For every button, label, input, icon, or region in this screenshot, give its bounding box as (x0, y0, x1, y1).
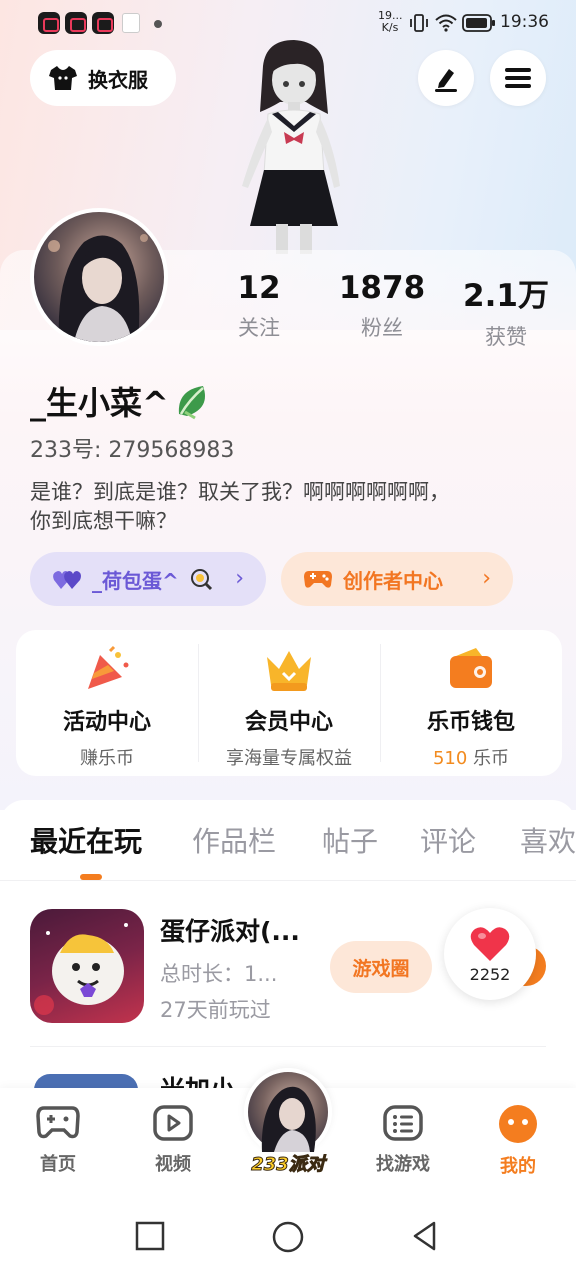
video-play-icon (153, 1105, 193, 1141)
coin-balance: 510 (432, 748, 468, 769)
activity-center-card[interactable]: 活动中心 赚乐币 (16, 630, 198, 776)
feature-cards: 活动中心 赚乐币 会员中心 享海量专属权益 乐币钱包 510 乐币 (16, 630, 562, 776)
back-triangle-icon[interactable] (410, 1220, 440, 1252)
clock: 19:36 (500, 12, 549, 32)
me-face-icon (499, 1105, 537, 1143)
game-icon[interactable] (30, 909, 144, 1023)
tab-comments[interactable]: 评论 (420, 820, 476, 860)
notification-app-icon (38, 12, 60, 34)
nav-party-label[interactable]: 233派对 (232, 1150, 344, 1176)
list-icon (383, 1105, 423, 1141)
user-id[interactable]: 233号: 279568983 (30, 432, 234, 464)
change-outfit-button[interactable]: 换衣服 (30, 50, 176, 106)
leaf-vegetable-icon (178, 386, 205, 420)
coin-wallet-subtitle: 510 乐币 (380, 744, 562, 770)
wallet-icon (450, 648, 492, 688)
pen-icon (435, 69, 457, 92)
home-circle-icon[interactable] (271, 1220, 305, 1254)
divider (0, 880, 576, 881)
activity-center-subtitle: 赚乐币 (80, 748, 134, 769)
creator-center-label: 创作者中心 (343, 568, 443, 593)
party-popper-icon (88, 645, 129, 689)
likes-count: 2.1万 (463, 278, 549, 314)
creator-center-pill[interactable]: 创作者中心 › (281, 552, 513, 606)
nav-party-avatar[interactable] (244, 1068, 332, 1156)
tab-posts[interactable]: 帖子 (322, 820, 378, 860)
nav-video[interactable]: 视频 (128, 1104, 218, 1176)
profile-bio: 是谁？到底是谁？取关了我？啊啊啊啊啊啊， 你到底想干嘛？ (30, 478, 550, 536)
tab-likes[interactable]: 喜欢 (520, 820, 576, 860)
wifi-icon (435, 14, 457, 32)
crown-icon (267, 651, 311, 691)
followers-count: 1878 (338, 270, 426, 306)
recent-apps-icon[interactable] (134, 1220, 166, 1252)
game-last-played: 27天前玩过 (160, 998, 271, 1022)
hamburger-menu-icon (505, 68, 531, 88)
profile-avatar[interactable] (30, 208, 168, 346)
menu-button[interactable] (490, 50, 546, 106)
couple-link-pill[interactable]: _荷包蛋^ › (30, 552, 266, 606)
notification-app-icon (92, 12, 114, 34)
activity-center-title: 活动中心 (62, 710, 151, 735)
egg-party-game-art (34, 923, 128, 1015)
user-id-value: 279568983 (108, 438, 235, 463)
network-speed-unit: K/s (381, 21, 399, 34)
nav-home[interactable]: 首页 (13, 1104, 103, 1176)
stat-following[interactable]: 12 关注 (199, 270, 319, 342)
gamepad-icon (304, 571, 332, 588)
following-count: 12 (237, 270, 281, 306)
avatar-portrait-image (48, 234, 148, 342)
more-notifications-dot-icon (154, 20, 162, 28)
nickname-text: _生小菜^ (30, 384, 169, 422)
avatar-3d-figure[interactable] (228, 36, 358, 254)
nav-home-label: 首页 (40, 1154, 76, 1175)
notification-app-icon (65, 12, 87, 34)
gamepad-home-icon (36, 1106, 80, 1139)
divider (30, 1046, 546, 1047)
nav-find-games-label: 找游戏 (376, 1154, 430, 1175)
bio-line: 你到底想干嘛？ (30, 509, 177, 533)
likes-label: 获赞 (485, 325, 527, 349)
nav-me-label: 我的 (500, 1156, 536, 1177)
couple-name: _荷包蛋^ (92, 568, 179, 593)
coin-unit: 乐币 (473, 748, 510, 769)
stat-followers[interactable]: 1878 粉丝 (322, 270, 442, 342)
game-title[interactable]: 米加小 (160, 1070, 235, 1090)
like-floating-button[interactable]: 2252 (444, 908, 536, 1000)
vip-center-card[interactable]: 会员中心 享海量专属权益 (198, 630, 380, 776)
edit-profile-button[interactable] (418, 50, 474, 106)
bio-line: 是谁？到底是谁？取关了我？啊啊啊啊啊啊， (30, 480, 450, 504)
nav-find-games[interactable]: 找游戏 (358, 1104, 448, 1176)
coin-wallet-card[interactable]: 乐币钱包 510 乐币 (380, 630, 562, 776)
nav-me[interactable]: 我的 (473, 1104, 563, 1178)
system-navigation-bar (0, 1192, 576, 1280)
tab-works[interactable]: 作品栏 (192, 820, 276, 860)
stat-likes[interactable]: 2.1万 获赞 (446, 270, 566, 351)
chevron-right-icon: › (482, 566, 491, 591)
game-title[interactable]: 蛋仔派对(... (160, 912, 300, 948)
followers-label: 粉丝 (361, 316, 403, 340)
nickname: _生小菜^ (30, 378, 213, 424)
fried-egg-pan-icon (190, 569, 212, 591)
vibrate-icon (410, 14, 428, 32)
party-avatar-image (261, 1086, 316, 1152)
user-id-label: 233号: (30, 438, 102, 463)
vip-center-subtitle: 享海量专属权益 (226, 748, 352, 769)
coin-wallet-title: 乐币钱包 (426, 710, 515, 735)
double-heart-icon (53, 571, 81, 589)
vip-center-title: 会员中心 (244, 710, 333, 735)
heart-icon (470, 926, 510, 961)
change-outfit-label: 换衣服 (88, 67, 148, 92)
tshirt-icon (49, 66, 77, 90)
notification-app-icon (122, 13, 140, 33)
following-label: 关注 (238, 316, 280, 340)
like-count: 2252 (469, 964, 511, 984)
tab-recently-played[interactable]: 最近在玩 (30, 820, 142, 860)
nav-video-label: 视频 (155, 1154, 191, 1175)
battery-icon (462, 14, 495, 32)
game-play-duration: 总时长：1... (160, 962, 278, 986)
chevron-right-icon: › (235, 566, 244, 591)
game-circle-button[interactable]: 游戏圈 (330, 941, 432, 993)
